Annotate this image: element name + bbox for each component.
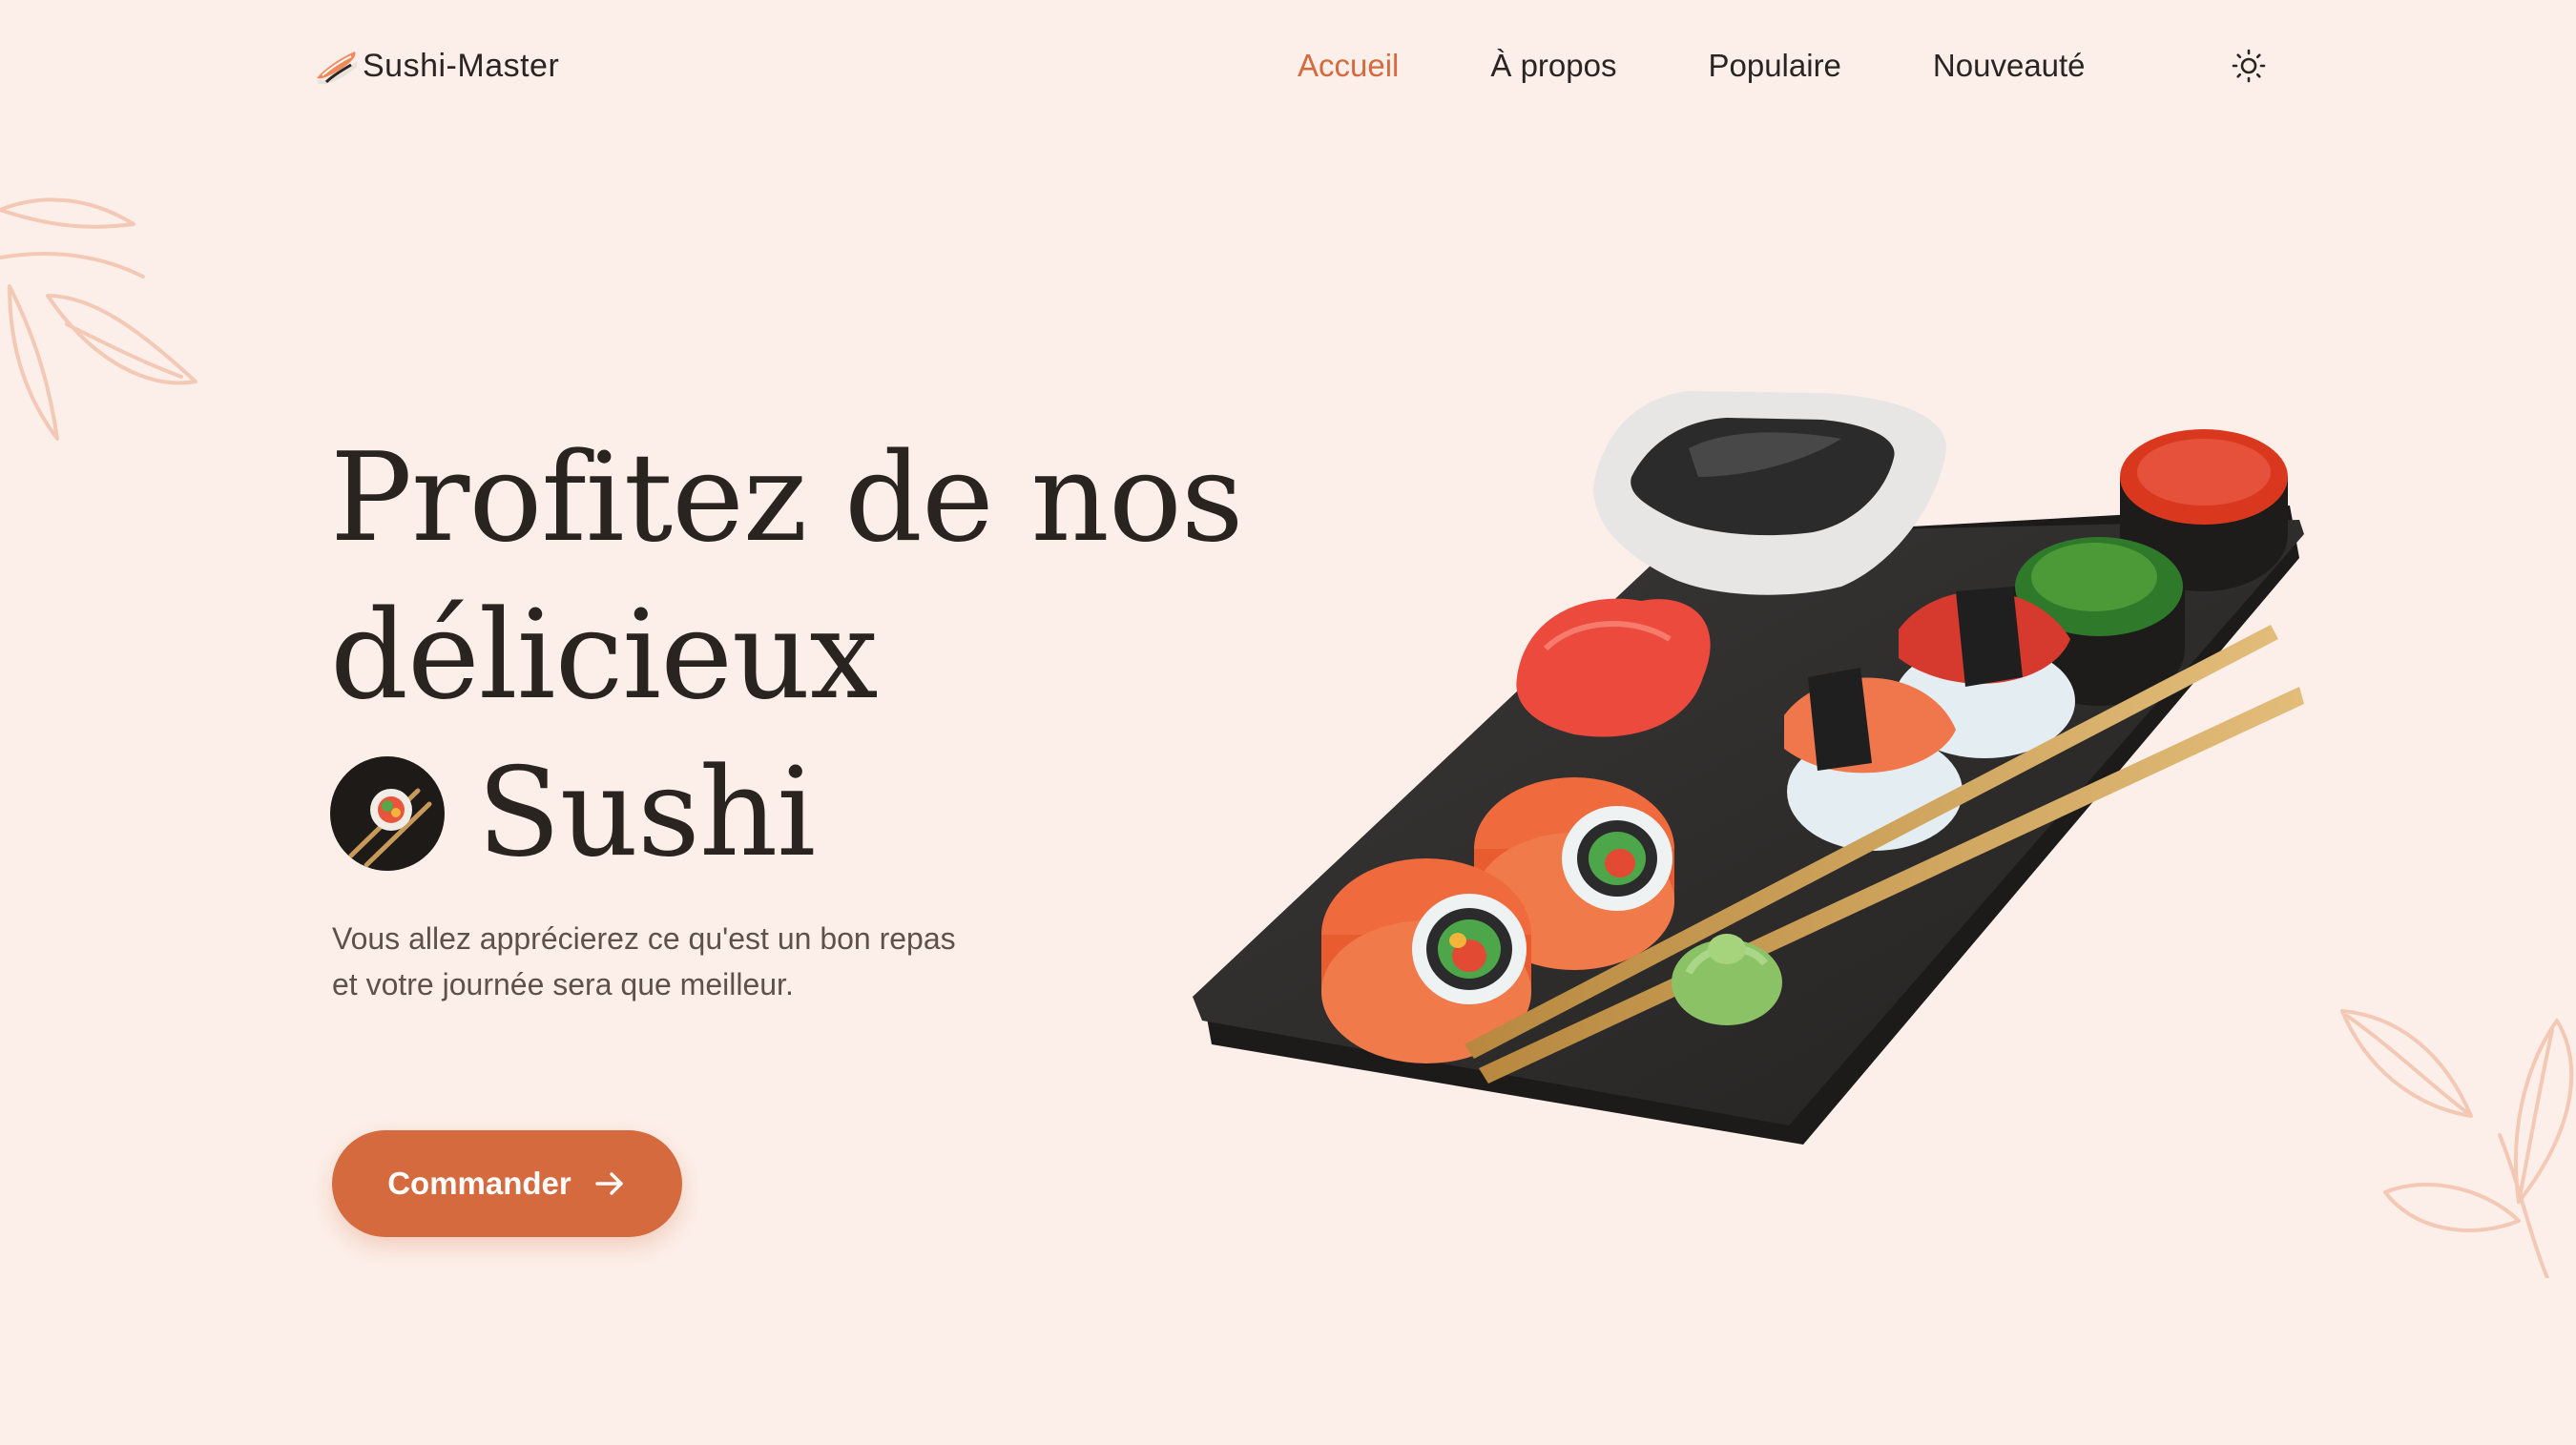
decorative-leaf-bottom-right	[2340, 1009, 2574, 1278]
nav-item-a-propos[interactable]: À propos	[1490, 48, 1616, 84]
order-button[interactable]: Commander	[332, 1130, 682, 1237]
sushi-platter-image	[1193, 391, 2304, 1145]
hero-title: Profitez de nos délicieux Sushi	[330, 420, 1284, 892]
nav-item-populaire[interactable]: Populaire	[1708, 48, 1840, 84]
sushi-chopsticks-icon	[330, 755, 445, 871]
sun-icon	[2232, 49, 2266, 83]
hero-title-line-2: délicieux	[330, 585, 879, 727]
nav-item-accueil[interactable]: Accueil	[1298, 48, 1399, 84]
main-nav: Accueil À propos Populaire Nouveauté	[1298, 42, 2177, 90]
nav-item-nouveaute[interactable]: Nouveauté	[1933, 48, 2086, 84]
hero-title-line-1: Profitez de nos	[330, 427, 1244, 569]
brand-logo-link[interactable]: Sushi-Master	[313, 42, 559, 90]
hero-description: Vous allez apprécierez ce qu'est un bon …	[332, 921, 956, 1001]
theme-toggle-button[interactable]	[2225, 42, 2273, 90]
decorative-leaf-top-left	[0, 197, 197, 441]
arrow-right-icon	[595, 1172, 623, 1195]
order-button-label: Commander	[387, 1166, 571, 1201]
brand-name: Sushi-Master	[363, 47, 560, 84]
sushi-logo-icon	[317, 52, 357, 85]
hero-title-line-3: Sushi	[330, 734, 1284, 892]
hero-title-sushi-word: Sushi	[477, 742, 816, 884]
site-header: Sushi-Master Accueil À propos Populaire …	[0, 0, 2576, 134]
